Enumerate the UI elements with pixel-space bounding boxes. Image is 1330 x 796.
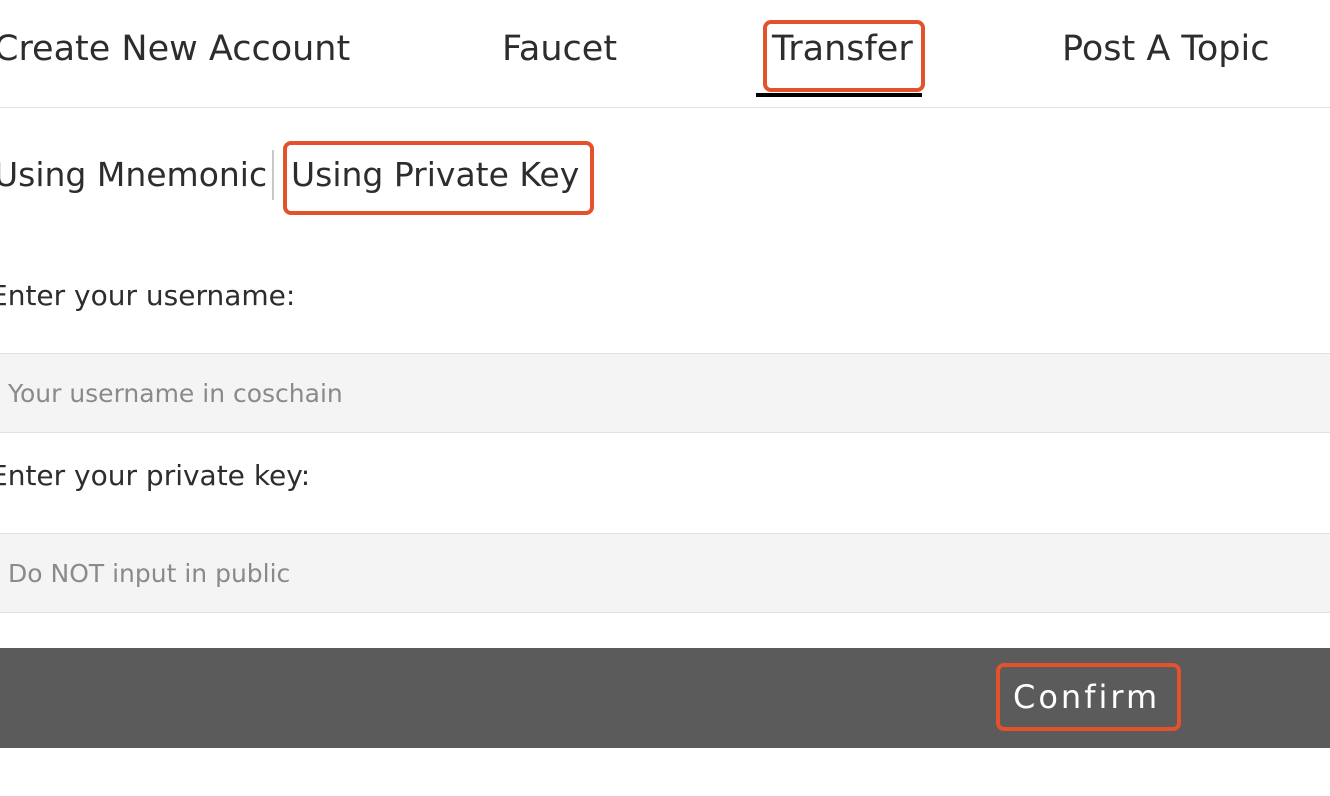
tab-post-a-topic[interactable]: Post A Topic bbox=[1062, 28, 1269, 70]
transfer-page: Create New Account Faucet Transfer Post … bbox=[0, 0, 1330, 796]
login-method-switcher: Using Mnemonic Using Private Key bbox=[0, 150, 700, 200]
tab-create-new-account[interactable]: Create New Account bbox=[0, 28, 350, 70]
private-key-label: Enter your private key: bbox=[0, 459, 311, 492]
tab-faucet[interactable]: Faucet bbox=[502, 28, 617, 70]
top-tab-bar: Create New Account Faucet Transfer Post … bbox=[0, 0, 1330, 108]
active-tab-indicator bbox=[756, 93, 922, 97]
username-label: Enter your username: bbox=[0, 279, 296, 312]
login-method-divider bbox=[272, 150, 274, 200]
tab-using-mnemonic[interactable]: Using Mnemonic bbox=[0, 154, 267, 196]
private-key-input[interactable] bbox=[0, 533, 1330, 613]
tab-transfer[interactable]: Transfer bbox=[772, 28, 913, 70]
confirm-button[interactable]: Confirm bbox=[1013, 676, 1160, 718]
username-input[interactable] bbox=[0, 353, 1330, 433]
tab-using-private-key[interactable]: Using Private Key bbox=[291, 154, 579, 196]
confirm-bar: Confirm bbox=[0, 648, 1330, 748]
